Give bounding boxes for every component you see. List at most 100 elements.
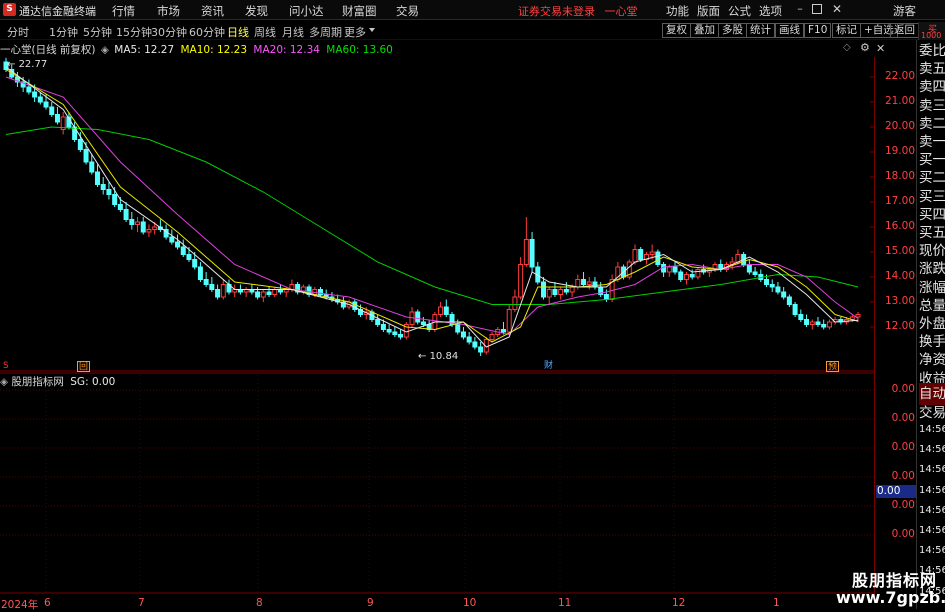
candle-up	[518, 264, 524, 298]
sub-indicator-value: SG: 0.00	[70, 376, 116, 388]
tab-trade[interactable]: 交易	[919, 402, 945, 424]
adjust-button[interactable]: 复权	[662, 23, 691, 38]
trade-status-text: 证券交易未登录	[518, 5, 595, 18]
candle-down	[592, 281, 598, 288]
candle-down	[37, 96, 43, 103]
menu-wealth-circle[interactable]: 财富圈	[342, 3, 377, 19]
sub-tick-label: 0.00	[891, 441, 915, 453]
menu-layout[interactable]: 版面	[697, 3, 720, 19]
sub-indicator-title: 股朋指标网	[11, 376, 64, 388]
candle-down	[798, 314, 804, 320]
kline-chart[interactable]	[0, 57, 875, 597]
quote-label: 净资	[919, 352, 945, 369]
menu-market[interactable]: 市场	[157, 3, 180, 19]
candle-down	[804, 319, 810, 325]
period-multi[interactable]: 多周期	[309, 24, 342, 40]
x-axis-month-6: 6	[44, 597, 51, 609]
minimize-icon[interactable]: –	[793, 2, 807, 16]
candle-up	[826, 321, 832, 328]
ma20-value: MA20: 12.34	[253, 44, 320, 56]
marker-finance[interactable]: 财	[543, 361, 554, 372]
close-panel-icon[interactable]: ✕	[876, 42, 885, 55]
candle-down	[415, 311, 421, 323]
menu-function[interactable]: 功能	[666, 3, 689, 19]
period-5min[interactable]: 5分钟	[83, 24, 112, 40]
quote-label: 卖一	[919, 134, 945, 150]
candle-down	[655, 251, 661, 265]
marker-s[interactable]: S	[2, 361, 10, 372]
candle-down	[380, 324, 386, 330]
user-guest[interactable]: 游客	[893, 3, 916, 19]
candle-down	[215, 289, 221, 298]
menu-quotes[interactable]: 行情	[112, 3, 135, 19]
stock-name: 一心堂	[604, 5, 638, 18]
period-timeshare[interactable]: 分时	[7, 24, 29, 40]
candle-down	[112, 194, 118, 205]
sub-toggle-icon[interactable]: ◈	[0, 376, 8, 388]
chevron-down-icon[interactable]	[369, 28, 375, 32]
candle-down	[815, 321, 821, 325]
f10-button[interactable]: F10	[804, 23, 832, 38]
sub-tick-label: 0.00	[891, 528, 915, 540]
maximize-icon[interactable]	[812, 4, 822, 14]
tick-time: 14:56	[919, 484, 945, 496]
candle-down	[775, 286, 781, 293]
close-icon[interactable]: ✕	[830, 2, 844, 16]
candle-up	[546, 289, 552, 298]
diamond-icon[interactable]: ◇	[843, 42, 851, 53]
x-axis-month-8: 8	[256, 597, 263, 609]
period-weekly[interactable]: 周线	[254, 24, 276, 40]
mark-button[interactable]: 标记	[832, 23, 861, 38]
candle-down	[186, 254, 192, 260]
statistics-button[interactable]: 统计	[746, 23, 775, 38]
x-axis-month-7: 7	[138, 597, 145, 609]
menu-formula[interactable]: 公式	[728, 3, 751, 19]
period-monthly[interactable]: 月线	[282, 24, 304, 40]
menu-discover[interactable]: 发现	[245, 3, 268, 19]
marker-return[interactable]: 回	[77, 361, 91, 372]
high-price-annotation: ← 22.77	[7, 59, 48, 70]
menu-options[interactable]: 选项	[759, 3, 782, 19]
app-name: 通达信金融终端	[19, 5, 96, 18]
candle-down	[32, 91, 38, 98]
marker-forecast[interactable]: 预	[826, 361, 840, 372]
trade-status: 证券交易未登录 一心堂	[518, 3, 638, 19]
candle-up	[575, 279, 581, 288]
menu-news[interactable]: 资讯	[201, 3, 224, 19]
tick-time: 14:56	[919, 424, 945, 435]
x-axis-month-10: 10	[463, 597, 477, 609]
candle-down	[672, 266, 678, 273]
overlay-button[interactable]: 叠加	[690, 23, 719, 38]
menu-trade[interactable]: 交易	[396, 3, 419, 19]
period-1min[interactable]: 1分钟	[49, 24, 78, 40]
candle-down	[106, 189, 112, 195]
period-60min[interactable]: 60分钟	[189, 24, 225, 40]
price-tick-label: 13.00	[884, 295, 915, 307]
candle-up	[586, 281, 592, 285]
candle-down	[49, 106, 55, 115]
ma60-value: MA60: 13.60	[326, 44, 393, 56]
candle-down	[420, 321, 426, 325]
app-logo-icon: S	[3, 3, 16, 16]
tick-time: 14:56	[919, 545, 945, 557]
ma10-line	[5, 69, 859, 343]
price-tick-label: 12.00	[884, 320, 915, 332]
candle-up	[152, 226, 158, 230]
candle-down	[786, 296, 792, 305]
candle-down	[455, 324, 461, 333]
x-axis-month-11: 11	[558, 597, 572, 609]
multi-stock-button[interactable]: 多股	[718, 23, 747, 38]
quote-label: 卖四	[919, 79, 945, 96]
period-15min[interactable]: 15分钟	[116, 24, 152, 40]
candle-down	[255, 291, 261, 298]
drawing-button[interactable]: 画线	[775, 23, 804, 38]
menu-ask-xiaoda[interactable]: 问小达	[289, 3, 324, 19]
candle-down	[769, 284, 775, 288]
legend-toggle-icon[interactable]: ◈	[101, 44, 109, 56]
period-daily[interactable]: 日线	[227, 24, 249, 40]
period-30min[interactable]: 30分钟	[151, 24, 187, 40]
candle-down	[581, 279, 587, 285]
period-more[interactable]: 更多	[344, 24, 366, 40]
settings-gear-icon[interactable]: ⚙	[860, 41, 870, 54]
back-button[interactable]: 返回	[890, 23, 919, 38]
